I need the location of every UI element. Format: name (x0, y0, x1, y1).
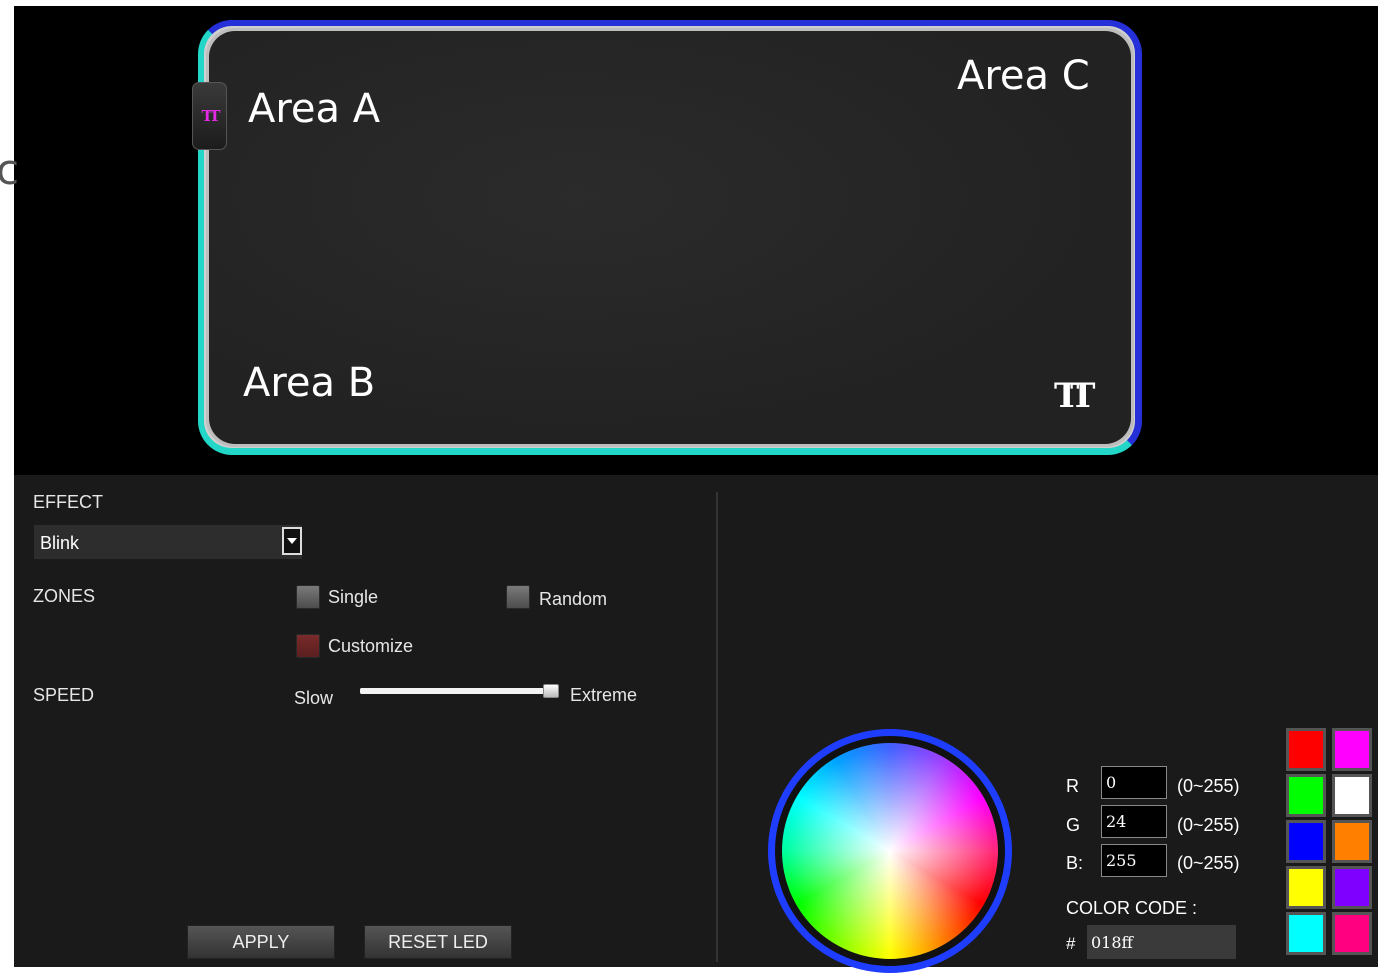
single-label[interactable]: Single (328, 587, 378, 608)
area-c-label: Area C (957, 53, 1090, 99)
color-swatch[interactable] (1286, 728, 1326, 771)
red-label: R (1066, 776, 1079, 796)
reset-led-button[interactable]: RESET LED (364, 925, 512, 959)
color-swatch[interactable] (1286, 820, 1326, 863)
color-wheel[interactable] (782, 743, 998, 959)
chevron-down-icon[interactable] (282, 527, 302, 555)
customize-checkbox[interactable] (296, 634, 320, 658)
green-input[interactable] (1101, 805, 1167, 838)
zones-label: ZONES (33, 586, 96, 606)
effect-dropdown[interactable]: Blink (34, 525, 302, 559)
area-a-label: Area A (248, 86, 381, 132)
blue-range-label: (0~255) (1177, 853, 1240, 873)
single-checkbox[interactable] (296, 585, 320, 609)
effect-label: EFFECT (33, 492, 103, 512)
color-swatch[interactable] (1332, 774, 1372, 817)
usb-hub: TT (192, 82, 227, 150)
random-checkbox[interactable] (506, 585, 530, 609)
customize-label[interactable]: Customize (328, 636, 413, 657)
red-range-label: (0~255) (1177, 776, 1240, 796)
random-label[interactable]: Random (539, 589, 607, 610)
speed-slider-handle[interactable] (543, 684, 559, 698)
color-swatch[interactable] (1286, 912, 1326, 955)
color-swatch[interactable] (1332, 912, 1372, 955)
hash-label: # (1066, 934, 1076, 953)
partial-text: c (0, 145, 20, 194)
color-swatch[interactable] (1286, 866, 1326, 909)
effect-selected-value: Blink (40, 533, 80, 553)
speed-extreme-label: Extreme (570, 685, 638, 705)
apply-button[interactable]: APPLY (187, 925, 335, 959)
color-swatch[interactable] (1286, 774, 1326, 817)
panel-divider (716, 492, 718, 962)
color-code-label: COLOR CODE : (1066, 898, 1198, 918)
tt-brand-logo-icon: TT (1054, 376, 1095, 416)
area-b-label: Area B (243, 360, 376, 406)
color-swatch[interactable] (1332, 866, 1372, 909)
red-input[interactable] (1101, 766, 1167, 799)
green-range-label: (0~255) (1177, 815, 1240, 835)
color-code-input[interactable] (1087, 925, 1236, 959)
speed-slow-label: Slow (294, 688, 334, 708)
speed-label: SPEED (33, 685, 95, 705)
green-label: G (1066, 815, 1081, 835)
speed-slider-track[interactable] (360, 688, 558, 694)
blue-input[interactable] (1101, 844, 1167, 877)
tt-logo-icon: TT (201, 107, 221, 125)
color-swatch[interactable] (1332, 728, 1372, 771)
color-swatch[interactable] (1332, 820, 1372, 863)
blue-label: B: (1066, 853, 1084, 873)
